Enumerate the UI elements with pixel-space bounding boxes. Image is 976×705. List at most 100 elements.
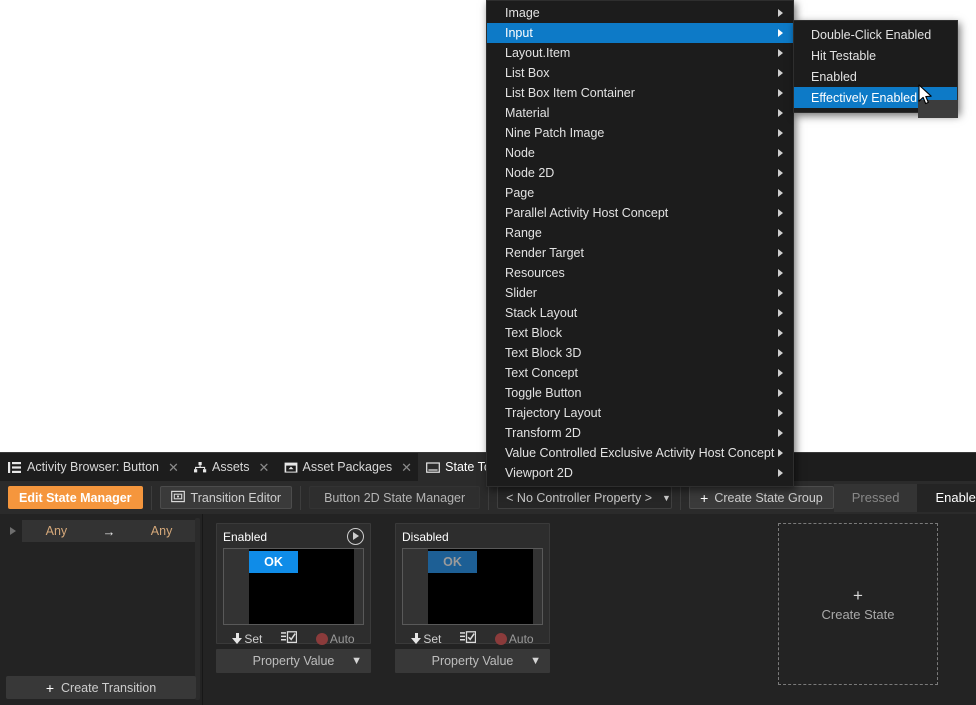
create-transition-button[interactable]: + Create Transition: [6, 676, 196, 699]
chevron-down-icon: ▼: [662, 493, 671, 503]
menu-item-label: Render Target: [505, 246, 584, 260]
menu-item-value-controlled-exclusive-activity-host-concept[interactable]: Value Controlled Exclusive Activity Host…: [487, 443, 793, 463]
menu-item-nine-patch-image[interactable]: Nine Patch Image: [487, 123, 793, 143]
toolbar-divider: [680, 486, 681, 510]
menu-item-material[interactable]: Material: [487, 103, 793, 123]
menu-item-parallel-activity-host-concept[interactable]: Parallel Activity Host Concept: [487, 203, 793, 223]
tab-close-icon[interactable]: ✕: [168, 461, 178, 474]
create-state-placeholder[interactable]: + Create State: [778, 523, 938, 685]
chevron-down-icon: ▼: [351, 655, 362, 667]
tab-activity-browser[interactable]: Activity Browser: Button ✕: [0, 453, 185, 481]
state-title: Disabled: [402, 530, 449, 544]
transition-any-to-any[interactable]: Any → Any: [22, 520, 196, 542]
menu-item-input[interactable]: Input: [487, 23, 793, 43]
edit-state-manager-button[interactable]: Edit State Manager: [8, 486, 143, 509]
create-transition-label: Create Transition: [61, 681, 156, 695]
menu-item-label: Stack Layout: [505, 306, 577, 320]
submenu-item-hit-testable[interactable]: Hit Testable: [794, 45, 957, 66]
menu-item-resources[interactable]: Resources: [487, 263, 793, 283]
set-label: Set: [244, 632, 262, 646]
plus-icon: +: [46, 680, 54, 696]
auto-action[interactable]: Auto: [316, 632, 355, 646]
tab-assets[interactable]: Assets ✕: [185, 453, 276, 481]
menu-item-label: Layout.Item: [505, 46, 570, 60]
tab-label: Assets: [212, 460, 250, 474]
segment-pressed[interactable]: Pressed: [834, 484, 918, 512]
context-menu: Image Input Layout.Item List Box List Bo…: [486, 0, 794, 487]
menu-item-render-target[interactable]: Render Target: [487, 243, 793, 263]
menu-item-label: Trajectory Layout: [505, 406, 601, 420]
submenu-arrow-icon: [778, 69, 783, 77]
controller-property-combo[interactable]: < No Controller Property > ▼: [497, 486, 672, 509]
set-action[interactable]: Set: [232, 632, 262, 646]
state-preview[interactable]: OK: [402, 548, 543, 625]
properties-list-action[interactable]: [281, 631, 297, 647]
state-card-header: Enabled: [223, 529, 364, 544]
properties-list-action[interactable]: [460, 631, 476, 647]
menu-item-text-block-3d[interactable]: Text Block 3D: [487, 343, 793, 363]
submenu-arrow-icon: [778, 249, 783, 257]
menu-item-list-box[interactable]: List Box: [487, 63, 793, 83]
state-tools-panel: Activity Browser: Button ✕ Assets ✕: [0, 452, 976, 705]
menu-item-label: Value Controlled Exclusive Activity Host…: [505, 446, 774, 460]
download-arrow-icon: [232, 633, 242, 645]
expand-triangle-icon[interactable]: [4, 519, 22, 543]
menu-item-label: Viewport 2D: [505, 466, 573, 480]
submenu-item-enabled[interactable]: Enabled: [794, 66, 957, 87]
states-area: Enabled OK Set: [203, 514, 976, 705]
menu-item-node[interactable]: Node: [487, 143, 793, 163]
menu-item-text-concept[interactable]: Text Concept: [487, 363, 793, 383]
set-action[interactable]: Set: [411, 632, 441, 646]
menu-item-label: Text Concept: [505, 366, 578, 380]
submenu-arrow-icon: [778, 369, 783, 377]
menu-item-node-2d[interactable]: Node 2D: [487, 163, 793, 183]
menu-item-range[interactable]: Range: [487, 223, 793, 243]
property-value-dropdown[interactable]: Property Value ▼: [395, 649, 550, 673]
arrow-right-icon: →: [102, 524, 115, 539]
download-arrow-icon: [411, 633, 421, 645]
submenu-arrow-icon: [778, 169, 783, 177]
tab-asset-packages[interactable]: Asset Packages ✕: [276, 453, 419, 481]
submenu-arrow-icon: [778, 9, 783, 17]
preview-ok-button: OK: [249, 551, 298, 573]
menu-item-page[interactable]: Page: [487, 183, 793, 203]
submenu-arrow-icon: [778, 349, 783, 357]
menu-item-toggle-button[interactable]: Toggle Button: [487, 383, 793, 403]
toolbar-divider: [300, 486, 301, 510]
submenu-item-double-click-enabled[interactable]: Double-Click Enabled: [794, 24, 957, 45]
app-root: Activity Browser: Button ✕ Assets ✕: [0, 0, 976, 705]
menu-item-label: List Box: [505, 66, 549, 80]
menu-item-transform-2d[interactable]: Transform 2D: [487, 423, 793, 443]
menu-item-label: Parallel Activity Host Concept: [505, 206, 668, 220]
menu-item-text-block[interactable]: Text Block: [487, 323, 793, 343]
menu-item-label: Toggle Button: [505, 386, 581, 400]
submenu-arrow-icon: [778, 409, 783, 417]
state-preview[interactable]: OK: [223, 548, 364, 625]
state-manager-name-button[interactable]: Button 2D State Manager: [309, 486, 480, 509]
tab-close-icon[interactable]: ✕: [259, 461, 269, 474]
play-icon[interactable]: [347, 528, 364, 545]
menu-item-stack-layout[interactable]: Stack Layout: [487, 303, 793, 323]
asset-package-icon: [284, 461, 298, 474]
menu-item-label: Resources: [505, 266, 565, 280]
state-segment-group: Pressed Enabled: [834, 484, 976, 512]
tab-label: Asset Packages: [303, 460, 393, 474]
menu-item-trajectory-layout[interactable]: Trajectory Layout: [487, 403, 793, 423]
tab-close-icon[interactable]: ✕: [401, 461, 411, 474]
submenu-arrow-icon: [778, 289, 783, 297]
state-tools-icon: [426, 461, 440, 474]
submenu-arrow-icon: [778, 189, 783, 197]
transition-editor-button[interactable]: Transition Editor: [160, 486, 293, 509]
menu-item-layout-item[interactable]: Layout.Item: [487, 43, 793, 63]
auto-action[interactable]: Auto: [495, 632, 534, 646]
segment-enabled[interactable]: Enabled: [917, 484, 976, 512]
menu-item-viewport-2d[interactable]: Viewport 2D: [487, 463, 793, 483]
submenu-arrow-icon: [778, 469, 783, 477]
menu-item-image[interactable]: Image: [487, 3, 793, 23]
property-value-dropdown[interactable]: Property Value ▼: [216, 649, 371, 673]
menu-item-slider[interactable]: Slider: [487, 283, 793, 303]
create-state-group-button[interactable]: + Create State Group: [689, 486, 834, 509]
transitions-scrollbar[interactable]: [195, 518, 200, 700]
menu-item-list-box-item-container[interactable]: List Box Item Container: [487, 83, 793, 103]
submenu-arrow-icon: [778, 449, 783, 457]
